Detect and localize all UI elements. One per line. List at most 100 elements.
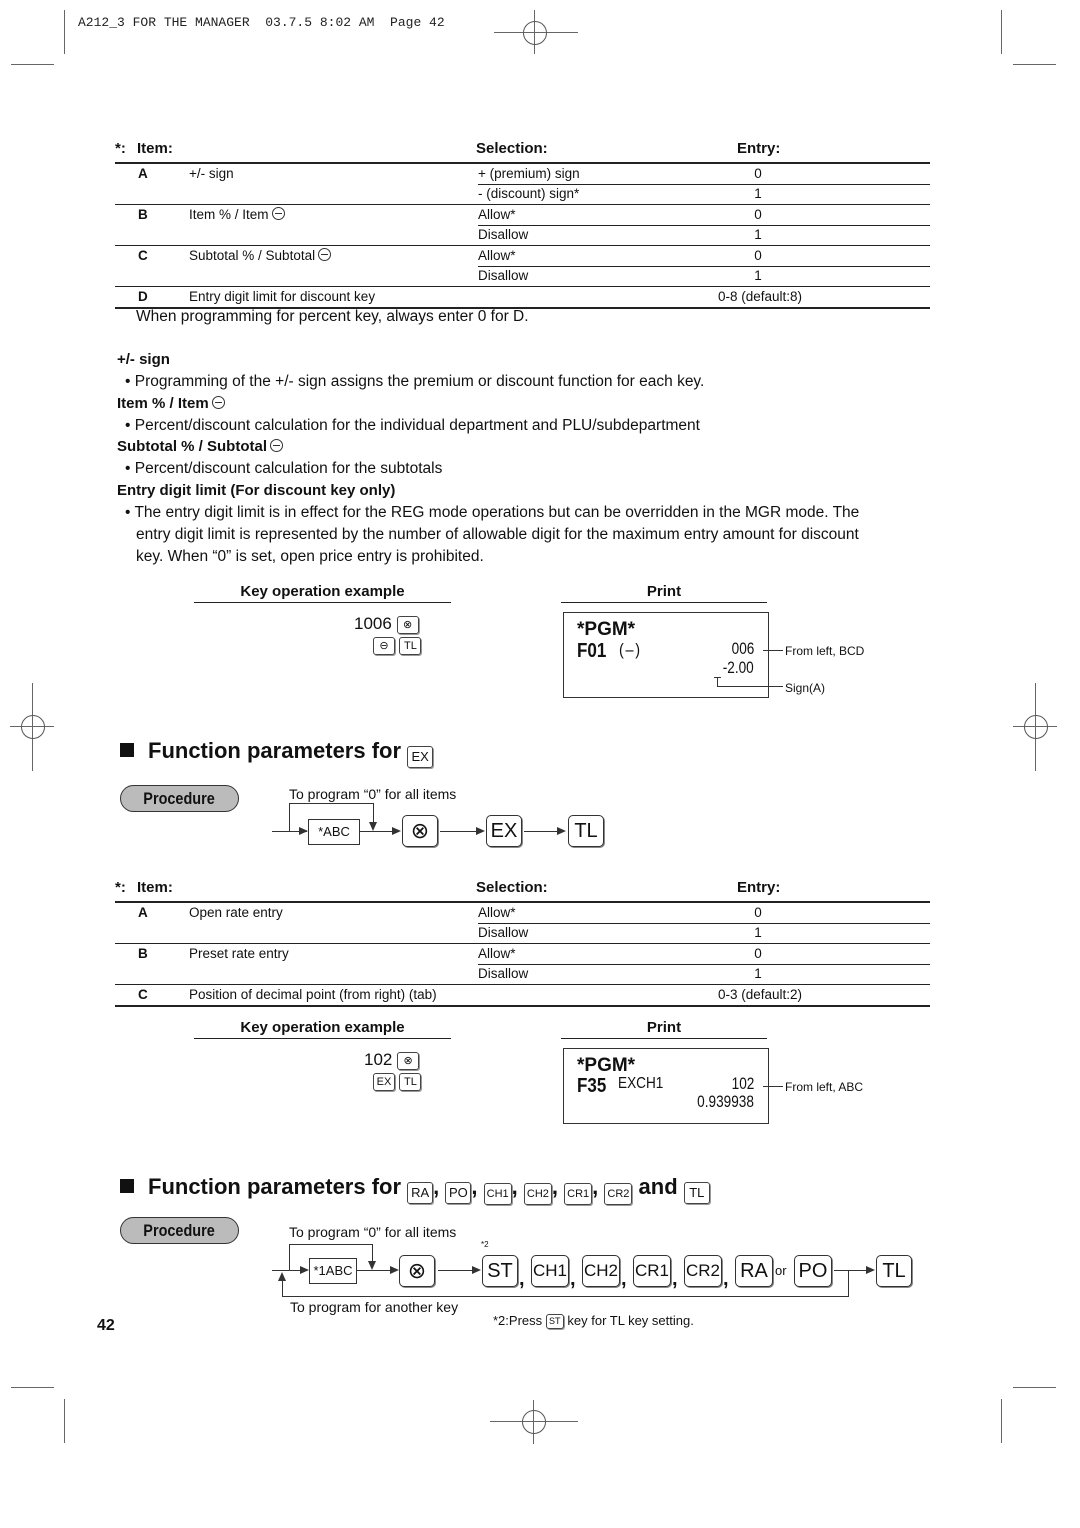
annotation-from-left: From left, BCD bbox=[785, 644, 865, 658]
registration-mark-bottom bbox=[490, 1400, 578, 1444]
print-header: A212_3 FOR THE MANAGER 03.7.5 8:02 AM Pa… bbox=[78, 15, 445, 30]
comma: , bbox=[621, 1268, 627, 1290]
procedure-badge: Procedure bbox=[120, 1217, 239, 1244]
row-letter: C bbox=[138, 987, 148, 1002]
ra-key: RA bbox=[407, 1182, 434, 1204]
loop-label: To program “0” for all items bbox=[289, 786, 457, 802]
abc-entry-box: *1ABC bbox=[309, 1258, 357, 1284]
key-number-input: 102 bbox=[364, 1050, 393, 1069]
ch2-key: CH2 bbox=[523, 1183, 552, 1205]
row-letter: D bbox=[138, 289, 148, 304]
ra-key: RA bbox=[735, 1255, 773, 1287]
multiply-key-icon: ⊗ bbox=[397, 1051, 420, 1070]
receipt-label: EXCH1 bbox=[618, 1075, 664, 1092]
row-entry: 1 bbox=[754, 966, 762, 981]
crop-mark bbox=[11, 64, 54, 65]
parameter-table-2: *: Item: Selection: Entry: A Open rate e… bbox=[115, 879, 930, 1007]
minus-circle-icon bbox=[318, 248, 332, 261]
superscript-2: *2 bbox=[481, 1240, 489, 1249]
header-selection: Selection: bbox=[476, 879, 548, 896]
ex-key: EX bbox=[486, 815, 522, 847]
table-row: B Item % / Item Allow* 0 bbox=[115, 205, 930, 226]
minus-circle-icon bbox=[211, 396, 225, 409]
table-row: Disallow 1 bbox=[115, 923, 930, 944]
note-title-item: Item % / Item bbox=[117, 395, 225, 412]
annotation-leader bbox=[763, 1086, 783, 1087]
row-entry: 0-3 (default:2) bbox=[717, 987, 803, 1002]
table-row: C Position of decimal point (from right)… bbox=[115, 985, 930, 1007]
receipt-code: F01 bbox=[577, 640, 607, 662]
row-item: Subtotal % / Subtotal bbox=[189, 246, 332, 266]
print-title: Print bbox=[561, 1019, 767, 1039]
receipt-value-1: 006 bbox=[731, 639, 754, 658]
receipt-pgm: *PGM* bbox=[577, 619, 636, 640]
row-item: Position of decimal point (from right) (… bbox=[189, 987, 437, 1002]
cr1-key: CR1 bbox=[633, 1255, 671, 1287]
note-text-limit-1: • The entry digit limit is in effect for… bbox=[125, 504, 860, 521]
minus-key-icon: ⊖ bbox=[373, 637, 395, 655]
receipt-code: F35 bbox=[577, 1075, 607, 1097]
row-item: +/- sign bbox=[189, 166, 234, 181]
ch1-key: CH1 bbox=[531, 1255, 569, 1287]
receipt-pgm: *PGM* bbox=[577, 1055, 636, 1076]
crop-mark bbox=[64, 1399, 65, 1443]
loop-label: To program “0” for all items bbox=[289, 1224, 457, 1240]
table-row: Disallow 1 bbox=[115, 266, 930, 287]
header-entry: Entry: bbox=[737, 140, 781, 157]
row-entry: 0-8 (default:8) bbox=[717, 289, 803, 304]
annotation-leader bbox=[717, 686, 783, 687]
multiply-key-icon: ⊗ bbox=[399, 1255, 435, 1287]
ex-key: EX bbox=[407, 746, 434, 768]
registration-mark-right bbox=[1013, 683, 1057, 771]
section-title-keys: Function parameters for RA, PO, CH1, CH2… bbox=[120, 1174, 710, 1205]
row-entry: 1 bbox=[754, 227, 762, 242]
row-letter: C bbox=[138, 248, 148, 263]
note-text-subtotal: • Percent/discount calculation for the s… bbox=[125, 460, 443, 477]
key-sequence-line-2: ⊖ TL bbox=[373, 637, 422, 655]
row-item: Item % / Item bbox=[189, 205, 285, 225]
crop-mark bbox=[1013, 1387, 1056, 1388]
cr1-key: CR1 bbox=[564, 1183, 593, 1205]
note-text-item: • Percent/discount calculation for the i… bbox=[125, 417, 700, 434]
row-letter: A bbox=[138, 905, 148, 920]
po-key: PO bbox=[794, 1255, 832, 1287]
row-item: Open rate entry bbox=[189, 905, 283, 920]
row-letter: A bbox=[138, 166, 148, 181]
row-entry: 1 bbox=[754, 925, 762, 940]
po-key: PO bbox=[445, 1182, 472, 1204]
row-entry: 0 bbox=[754, 248, 762, 263]
minus-circle-icon bbox=[270, 439, 283, 452]
row-entry: 1 bbox=[754, 186, 762, 201]
receipt-value-1: 102 bbox=[731, 1074, 754, 1093]
ch1-key: CH1 bbox=[483, 1183, 512, 1205]
return-label: To program for another key bbox=[290, 1299, 459, 1315]
table-row: A +/- sign + (premium) sign 0 bbox=[115, 164, 930, 185]
comma: , bbox=[570, 1268, 576, 1290]
cr2-key: CR2 bbox=[604, 1183, 633, 1205]
note-text-sign: • Programming of the +/- sign assigns th… bbox=[125, 373, 705, 390]
table1-footnote: When programming for percent key, always… bbox=[136, 308, 529, 325]
multiply-key-icon: ⊗ bbox=[402, 815, 438, 847]
comma: , bbox=[723, 1268, 729, 1290]
parameter-table-1: *: Item: Selection: Entry: A +/- sign + … bbox=[115, 140, 930, 309]
row-entry: 0 bbox=[754, 905, 762, 920]
ex-key: EX bbox=[373, 1073, 395, 1091]
annotation-from-left: From left, ABC bbox=[785, 1080, 864, 1094]
registration-mark-top bbox=[494, 10, 578, 54]
key-operation-title: Key operation example bbox=[194, 583, 451, 603]
receipt-print-2: *PGM* F35 EXCH1 102 0.939938 bbox=[563, 1048, 769, 1124]
receipt-label: (–) bbox=[619, 640, 642, 659]
table-header: *: Item: Selection: Entry: bbox=[115, 140, 930, 164]
tl-key: TL bbox=[876, 1255, 912, 1287]
print-title: Print bbox=[561, 583, 767, 603]
annotation-leader bbox=[763, 650, 783, 651]
receipt-value-2: -2.00 bbox=[723, 658, 754, 677]
bullet-square-icon bbox=[120, 743, 134, 757]
footnote-2: *2:Press ST key for TL key setting. bbox=[493, 1313, 694, 1330]
row-entry: 1 bbox=[754, 268, 762, 283]
annotation-leader bbox=[717, 677, 718, 686]
row-item: Preset rate entry bbox=[189, 946, 289, 961]
key-sequence-line-1: 1006 ⊗ bbox=[354, 614, 419, 634]
annotation-leader bbox=[714, 677, 721, 678]
annotation-sign: Sign(A) bbox=[785, 681, 826, 695]
